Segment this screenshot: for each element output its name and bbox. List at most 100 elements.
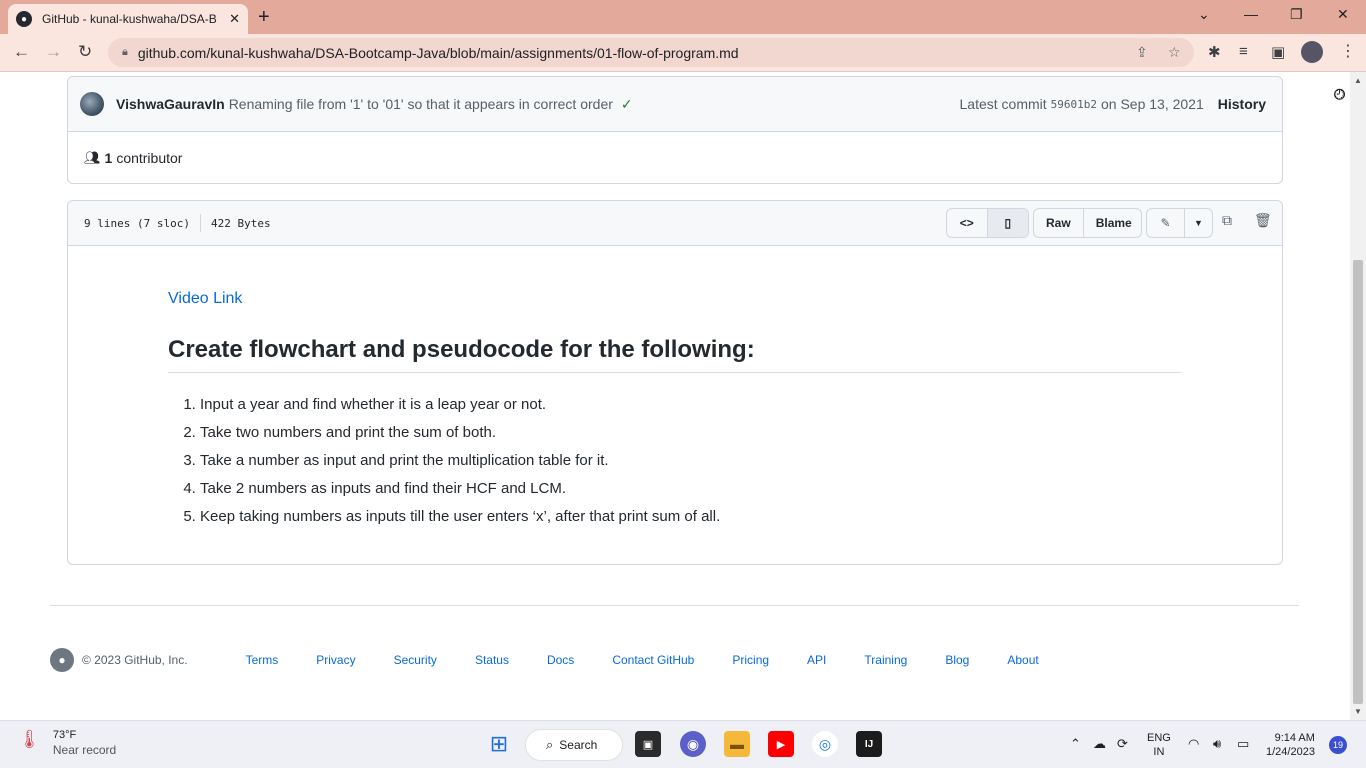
battery-icon[interactable]: ▭ bbox=[1237, 736, 1249, 752]
onedrive-cloud-icon[interactable]: ☁ bbox=[1093, 736, 1106, 752]
tab-search-chevron-icon[interactable]: ⌄ bbox=[1198, 6, 1210, 23]
history-label: History bbox=[1217, 96, 1266, 112]
commit-date: on Sep 13, 2021 bbox=[1101, 96, 1204, 112]
commit-sha[interactable]: 59601b2 bbox=[1051, 98, 1097, 111]
language-line1: ENG bbox=[1147, 732, 1171, 744]
windows-start-icon[interactable]: ⊞ bbox=[486, 731, 512, 757]
side-panel-icon[interactable]: ▣ bbox=[1271, 43, 1285, 61]
scroll-up-icon[interactable]: ▲ bbox=[1354, 76, 1362, 85]
bookmark-star-icon[interactable]: ☆ bbox=[1168, 44, 1181, 61]
check-icon[interactable]: ✓ bbox=[621, 96, 633, 113]
profile-avatar[interactable] bbox=[1301, 41, 1323, 63]
windows-taskbar: 🌡︎ 73°F Near record ⊞ ⌕ Search ▣ ◉ ▬ ▶ ◎… bbox=[0, 720, 1366, 768]
raw-blame-group: Raw Blame bbox=[1033, 208, 1142, 238]
content-heading: Create flowchart and pseudocode for the … bbox=[168, 336, 1181, 373]
chat-icon[interactable]: ◉ bbox=[680, 731, 706, 757]
taskbar-search[interactable]: ⌕ Search bbox=[525, 729, 623, 761]
code-view-button[interactable]: <> bbox=[947, 209, 988, 237]
footer-link-api[interactable]: API bbox=[807, 653, 826, 667]
media-control-icon[interactable]: ≡ bbox=[1239, 43, 1248, 60]
new-tab-icon[interactable]: + bbox=[258, 6, 270, 29]
tray-chevron-icon[interactable]: ⌃ bbox=[1070, 736, 1081, 752]
footer-link-terms[interactable]: Terms bbox=[246, 653, 279, 667]
language-line2: IN bbox=[1153, 746, 1165, 758]
commit-message[interactable]: Renaming file from '1' to '01' so that i… bbox=[229, 96, 613, 112]
edit-dropdown-icon[interactable]: ▼ bbox=[1185, 209, 1212, 237]
intellij-icon[interactable]: IJ bbox=[856, 731, 882, 757]
sync-icon[interactable]: ⟳ bbox=[1117, 736, 1128, 752]
contributor-label: contributor bbox=[116, 150, 183, 166]
clock-time: 9:14 AM bbox=[1274, 732, 1315, 744]
author-avatar[interactable] bbox=[80, 92, 104, 116]
scroll-down-icon[interactable]: ▼ bbox=[1354, 707, 1362, 716]
task-list: Input a year and find whether it is a le… bbox=[168, 391, 1182, 531]
volume-icon[interactable]: 🔊︎ bbox=[1213, 736, 1221, 752]
list-item: Input a year and find whether it is a le… bbox=[200, 391, 1182, 419]
address-bar[interactable]: 🔒︎ github.com/kunal-kushwaha/DSA-Bootcam… bbox=[108, 38, 1194, 67]
history-link[interactable]: 🕘︎ History bbox=[1217, 87, 1345, 112]
list-item: Take a number as input and print the mul… bbox=[200, 447, 1182, 475]
contributors-row[interactable]: 👥︎ 1 contributor bbox=[68, 132, 1282, 184]
footer-link-docs[interactable]: Docs bbox=[547, 653, 574, 667]
markdown-body: Video Link Create flowchart and pseudoco… bbox=[68, 246, 1282, 531]
language-indicator[interactable]: ENG IN bbox=[1147, 731, 1171, 759]
footer-divider bbox=[50, 605, 1299, 606]
preview-file-icon[interactable]: ▯ bbox=[987, 209, 1028, 237]
file-line-count: 9 lines (7 sloc) bbox=[84, 216, 190, 230]
reload-icon[interactable]: ↻ bbox=[78, 42, 92, 62]
copyright: © 2023 GitHub, Inc. bbox=[82, 653, 188, 667]
copy-icon[interactable]: ⧉ bbox=[1222, 213, 1232, 229]
footer-link-status[interactable]: Status bbox=[475, 653, 509, 667]
weather-widget[interactable]: 🌡︎ 73°F Near record bbox=[18, 729, 116, 757]
latest-commit-label: Latest commit bbox=[959, 96, 1047, 112]
list-item: Keep taking numbers as inputs till the u… bbox=[200, 503, 1182, 531]
task-view-icon[interactable]: ▣ bbox=[635, 731, 661, 757]
footer-link-about[interactable]: About bbox=[1007, 653, 1038, 667]
delete-trash-icon[interactable]: 🗑︎ bbox=[1254, 213, 1272, 229]
share-icon[interactable]: ⇪ bbox=[1136, 44, 1148, 61]
divider bbox=[199, 214, 201, 232]
youtube-icon[interactable]: ▶ bbox=[768, 731, 794, 757]
notification-badge[interactable]: 19 bbox=[1329, 736, 1347, 754]
url-text: github.com/kunal-kushwaha/DSA-Bootcamp-J… bbox=[137, 44, 739, 61]
blame-button[interactable]: Blame bbox=[1084, 209, 1141, 237]
footer-link-security[interactable]: Security bbox=[394, 653, 437, 667]
history-clock-icon: 🕘︎ bbox=[1334, 86, 1346, 102]
browser-tab[interactable]: ● GitHub - kunal-kushwaha/DSA-B ✕ bbox=[8, 4, 248, 34]
footer-link-pricing[interactable]: Pricing bbox=[732, 653, 769, 667]
page-scrollbar[interactable]: ▲ ▼ bbox=[1350, 72, 1366, 720]
commit-author[interactable]: VishwaGauravIn bbox=[116, 96, 225, 112]
file-box: 9 lines (7 sloc) 422 Bytes <> ▯ Raw Blam… bbox=[67, 200, 1283, 565]
file-header: 9 lines (7 sloc) 422 Bytes <> ▯ Raw Blam… bbox=[68, 201, 1282, 246]
raw-button[interactable]: Raw bbox=[1034, 209, 1084, 237]
chrome-menu-icon[interactable]: ⋮ bbox=[1340, 41, 1356, 61]
lock-icon: 🔒︎ bbox=[122, 46, 128, 58]
close-window-icon[interactable]: ✕ bbox=[1337, 6, 1349, 23]
footer-link-contact[interactable]: Contact GitHub bbox=[612, 653, 694, 667]
forward-icon[interactable]: → bbox=[45, 42, 62, 62]
wifi-icon[interactable]: ◠ bbox=[1188, 736, 1199, 752]
video-link[interactable]: Video Link bbox=[168, 290, 242, 308]
footer-link-training[interactable]: Training bbox=[864, 653, 907, 667]
edit-group: ✎ ▼ bbox=[1146, 208, 1213, 238]
scrollbar-thumb[interactable] bbox=[1353, 260, 1363, 704]
github-logo-icon[interactable]: ● bbox=[50, 648, 74, 672]
people-icon: 👥︎ bbox=[84, 150, 101, 165]
minimize-icon[interactable]: — bbox=[1244, 6, 1258, 22]
commit-meta: Latest commit 59601b2 on Sep 13, 2021 🕘︎… bbox=[959, 87, 1346, 112]
footer-link-blog[interactable]: Blog bbox=[945, 653, 969, 667]
restore-icon[interactable]: ❐ bbox=[1290, 6, 1303, 23]
contributor-count: 1 bbox=[104, 150, 113, 166]
file-explorer-icon[interactable]: ▬ bbox=[724, 731, 750, 757]
chrome-icon[interactable]: ◎ bbox=[812, 731, 838, 757]
close-tab-icon[interactable]: ✕ bbox=[229, 11, 240, 27]
back-icon[interactable]: ← bbox=[13, 42, 30, 62]
system-clock[interactable]: 9:14 AM 1/24/2023 bbox=[1266, 731, 1315, 759]
tab-title: GitHub - kunal-kushwaha/DSA-B bbox=[42, 12, 217, 26]
list-item: Take two numbers and print the sum of bo… bbox=[200, 419, 1182, 447]
footer-link-privacy[interactable]: Privacy bbox=[316, 653, 355, 667]
commit-box: VishwaGauravIn Renaming file from '1' to… bbox=[67, 76, 1346, 184]
extensions-icon[interactable]: ✱ bbox=[1208, 43, 1221, 61]
edit-pencil-icon[interactable]: ✎ bbox=[1147, 209, 1185, 237]
temperature: 73°F bbox=[52, 729, 77, 741]
